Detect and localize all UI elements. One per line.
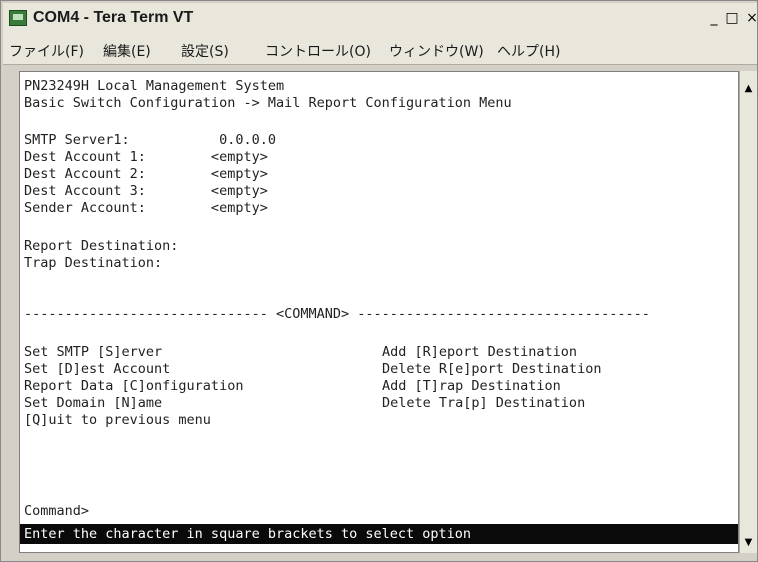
field-dest-account-3: Dest Account 3: <empty> [24, 183, 268, 199]
scroll-up-icon[interactable]: ▲ [740, 81, 757, 97]
header-system: PN23249H Local Management System [24, 78, 285, 94]
command-report-data-config: Report Data [C]onfiguration [24, 378, 244, 394]
status-line: Enter the character in square brackets t… [20, 524, 738, 544]
command-set-smtp-server: Set SMTP [S]erver [24, 344, 163, 360]
app-icon[interactable] [9, 10, 27, 26]
report-destination-label: Report Destination: [24, 238, 179, 254]
command-delete-report-destination: Delete R[e]port Destination [382, 361, 602, 377]
command-quit: [Q]uit to previous menu [24, 412, 211, 428]
command-prompt[interactable]: Command> [24, 503, 89, 519]
command-set-dest-account: Set [D]est Account [24, 361, 171, 377]
menu-bar: ファイル(F) 編集(E) 設定(S) コントロール(O) ウィンドウ(W) ヘ… [3, 33, 757, 65]
maximize-button[interactable]: □ [723, 9, 741, 27]
header-menu-path: Basic Switch Configuration -> Mail Repor… [24, 95, 512, 111]
minimize-button[interactable]: _ [705, 9, 723, 27]
field-dest-account-2: Dest Account 2: <empty> [24, 166, 268, 182]
tera-term-window: COM4 - Tera Term VT _ □ × ファイル(F) 編集(E) … [0, 0, 758, 562]
menu-control[interactable]: コントロール(O) [265, 41, 371, 61]
command-divider: ------------------------------ <COMMAND>… [24, 306, 650, 322]
menu-setup[interactable]: 設定(S) [181, 41, 229, 61]
menu-file[interactable]: ファイル(F) [9, 41, 84, 61]
command-delete-trap-destination: Delete Tra[p] Destination [382, 395, 586, 411]
title-bar[interactable]: COM4 - Tera Term VT _ □ × [3, 3, 758, 33]
menu-window[interactable]: ウィンドウ(W) [389, 41, 484, 61]
menu-edit[interactable]: 編集(E) [103, 41, 151, 61]
window-title: COM4 - Tera Term VT [33, 9, 194, 26]
command-set-domain-name: Set Domain [N]ame [24, 395, 163, 411]
close-button[interactable]: × [743, 9, 758, 27]
menu-help[interactable]: ヘルプ(H) [497, 41, 560, 61]
field-sender-account: Sender Account: <empty> [24, 200, 268, 216]
trap-destination-label: Trap Destination: [24, 255, 163, 271]
field-dest-account-1: Dest Account 1: <empty> [24, 149, 268, 165]
terminal-screen[interactable]: PN23249H Local Management System Basic S… [19, 71, 739, 553]
field-smtp-server: SMTP Server1: 0.0.0.0 [24, 132, 276, 148]
vertical-scrollbar[interactable]: ▲ ▼ [739, 71, 757, 553]
scroll-down-icon[interactable]: ▼ [740, 535, 757, 551]
command-add-trap-destination: Add [T]rap Destination [382, 378, 561, 394]
command-add-report-destination: Add [R]eport Destination [382, 344, 578, 360]
